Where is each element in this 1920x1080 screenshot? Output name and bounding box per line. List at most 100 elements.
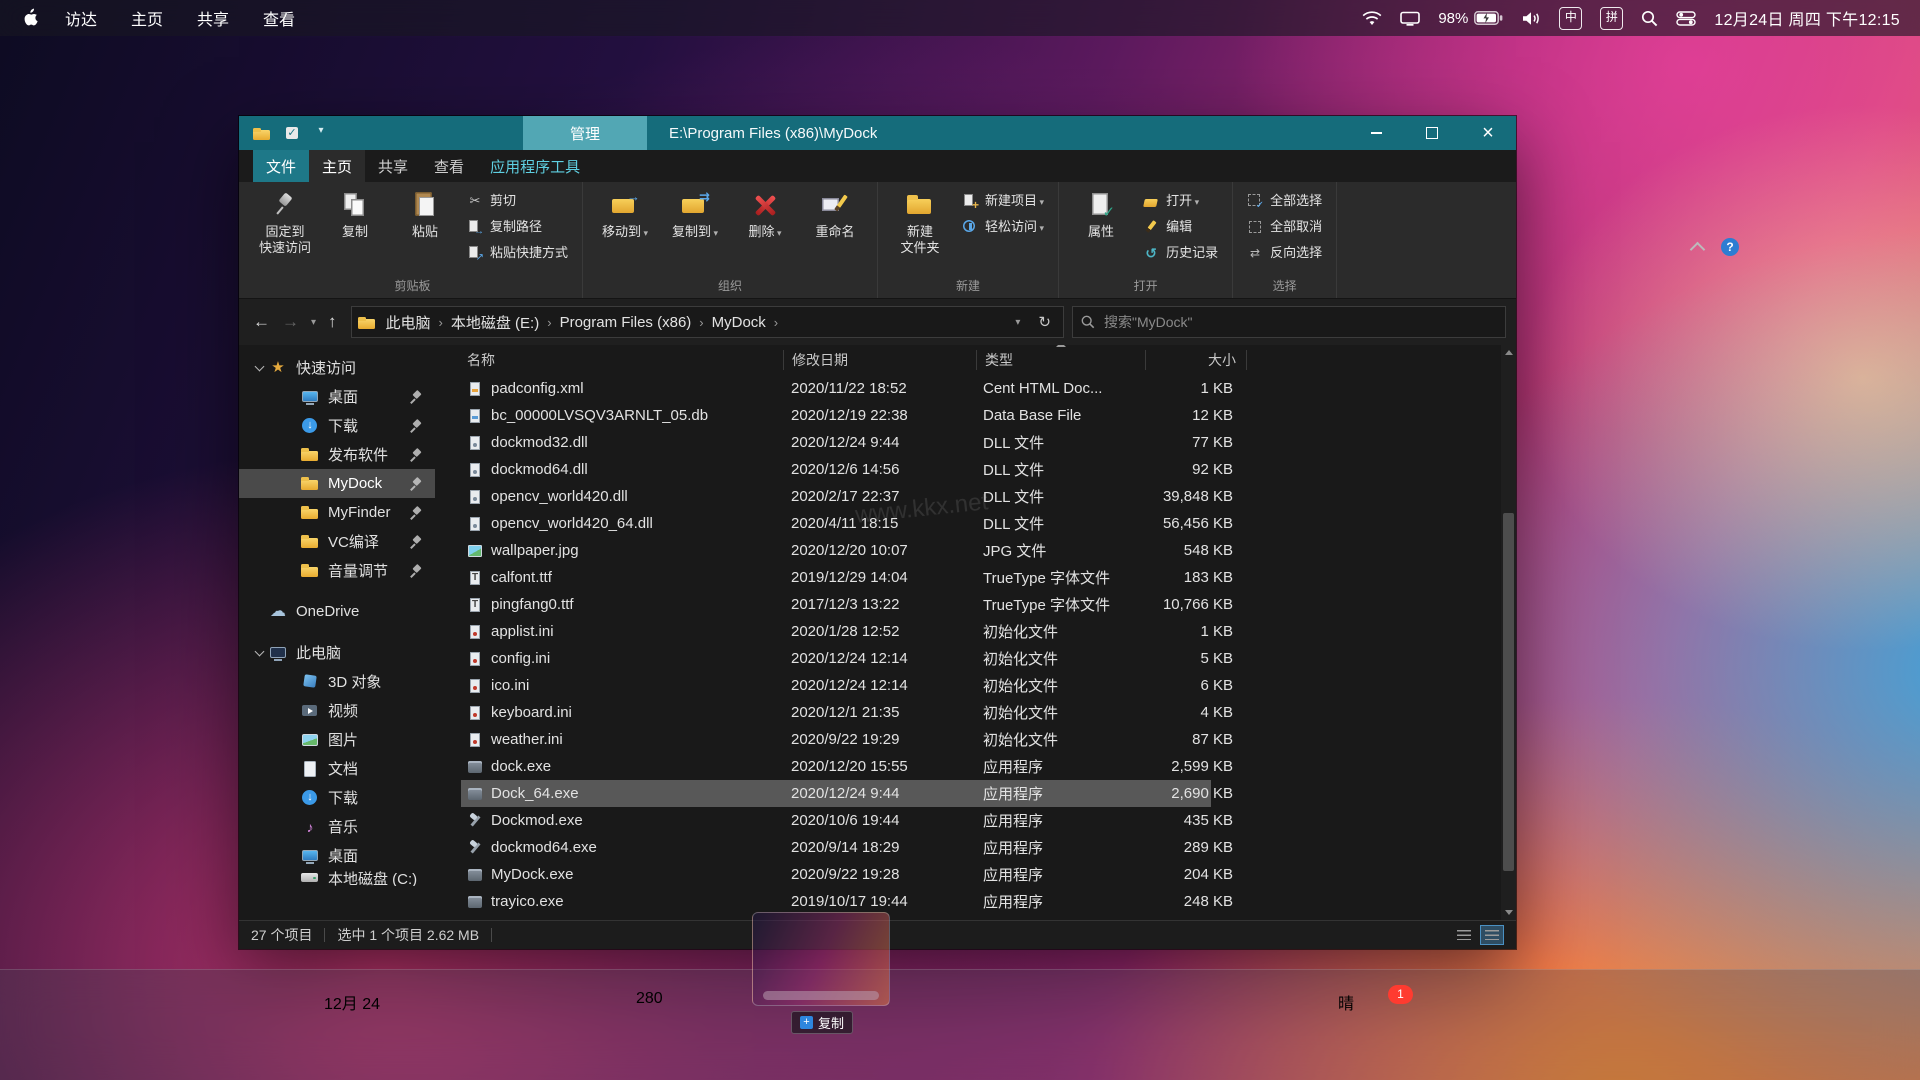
ribbon-button[interactable]: 新建 文件夹: [885, 184, 955, 258]
dock-item-windows[interactable]: [1416, 990, 1486, 1060]
ribbon-button[interactable]: 全部取消: [1240, 214, 1329, 240]
up-button[interactable]: ↑: [328, 312, 337, 332]
file-row-Dock_64.exe[interactable]: Dock_64.exe 2020/12/24 9:44 应用程序 2,690 K…: [461, 780, 1233, 807]
minimize-button[interactable]: [1348, 116, 1404, 150]
file-row-dock.exe[interactable]: dock.exe 2020/12/20 15:55 应用程序 2,599 KB: [461, 753, 1233, 780]
column-header-name[interactable]: 名称: [461, 350, 784, 370]
ribbon-button[interactable]: 编辑: [1136, 214, 1225, 240]
file-row-ico.ini[interactable]: ico.ini 2020/12/24 12:14 初始化文件 6 KB: [461, 672, 1233, 699]
display-mirroring-icon[interactable]: [1400, 11, 1421, 26]
dock-item-edge[interactable]: [90, 990, 160, 1060]
ime-badge-pinyin[interactable]: 拼: [1600, 6, 1624, 30]
ribbon-button[interactable]: 历史记录: [1136, 240, 1225, 266]
ribbon-button[interactable]: 反向选择: [1240, 240, 1329, 266]
ribbon-button[interactable]: 打开: [1136, 188, 1225, 214]
scrollbar-track[interactable]: [1501, 361, 1516, 904]
breadcrumb-box[interactable]: 此电脑 › 本地磁盘 (E:) › Program Files (x86) › MyDock…: [350, 306, 1064, 338]
ribbon-button[interactable]: 新建项目: [955, 188, 1051, 214]
ribbon-tab[interactable]: 查看: [421, 150, 477, 182]
sidebar-item-pictures[interactable]: 图片: [239, 725, 435, 754]
breadcrumb-item[interactable]: 本地磁盘 (E:): [447, 311, 543, 334]
dock-item-qq[interactable]: [1182, 990, 1252, 1060]
ribbon-tab[interactable]: 文件: [253, 150, 310, 182]
ime-badge-cn[interactable]: 中: [1559, 6, 1583, 30]
control-center-icon[interactable]: [1676, 10, 1697, 26]
file-row-pingfang0.ttf[interactable]: pingfang0.ttf 2017/12/3 13:22 TrueType 字…: [461, 591, 1233, 618]
ribbon-button[interactable]: 粘贴: [390, 184, 460, 258]
dock-item-start[interactable]: [12, 990, 82, 1060]
breadcrumb-item[interactable]: 此电脑: [382, 311, 435, 334]
dock-item-weather[interactable]: 晴 1: [1338, 985, 1413, 1060]
breadcrumb-item[interactable]: Program Files (x86): [556, 313, 696, 332]
maximize-button[interactable]: [1404, 116, 1460, 150]
ribbon-button[interactable]: 重命名: [800, 184, 870, 243]
sidebar-item-vc[interactable]: VC编译: [239, 527, 435, 556]
dock-item-calendar[interactable]: 12月 24: [324, 990, 394, 1060]
ribbon-button[interactable]: 复制: [320, 184, 390, 258]
ribbon-button[interactable]: 剪切: [460, 188, 575, 214]
file-row-padconfig.xml[interactable]: padconfig.xml 2020/11/22 18:52 Cent HTML…: [461, 375, 1233, 402]
sidebar-item-quick-access[interactable]: 快速访问: [239, 353, 435, 382]
menu-bar-clock[interactable]: 12月24日 周四 下午12:15: [1714, 6, 1900, 30]
search-box[interactable]: [1072, 306, 1506, 338]
file-row-opencv_world420.dll[interactable]: opencv_world420.dll 2020/2/17 22:37 DLL …: [461, 483, 1233, 510]
dock-item-colors[interactable]: [558, 990, 628, 1060]
refresh-icon[interactable]: ↻: [1032, 313, 1057, 331]
scroll-down-arrow-icon[interactable]: [1501, 904, 1516, 920]
sidebar-item-documents[interactable]: 文档: [239, 754, 435, 783]
search-input[interactable]: [1102, 313, 1497, 331]
ribbon-button[interactable]: 移动到: [590, 184, 660, 243]
sidebar-item-desktop[interactable]: 桌面: [239, 382, 435, 411]
wifi-icon[interactable]: [1362, 10, 1382, 26]
dock-item-photos[interactable]: [1026, 990, 1096, 1060]
file-row-dockmod32.dll[interactable]: dockmod32.dll 2020/12/24 9:44 DLL 文件 77 …: [461, 429, 1233, 456]
sidebar-item-videos[interactable]: 视频: [239, 696, 435, 725]
menu-item[interactable]: 主页: [131, 6, 163, 30]
file-row-trayico.exe[interactable]: trayico.exe 2019/10/17 19:44 应用程序 248 KB: [461, 888, 1233, 915]
ribbon-button[interactable]: 删除: [730, 184, 800, 243]
ribbon-button[interactable]: 固定到 快速访问: [250, 184, 320, 258]
ribbon-button[interactable]: 全部选择: [1240, 188, 1329, 214]
sidebar-item-desktop-2[interactable]: 桌面: [239, 841, 435, 870]
scrollbar-thumb[interactable]: [1503, 513, 1514, 872]
ribbon-button[interactable]: 属性: [1066, 184, 1136, 242]
scroll-up-arrow-icon[interactable]: [1501, 345, 1516, 361]
sidebar-item-downloads[interactable]: 下载: [239, 411, 435, 440]
ribbon-button[interactable]: 轻松访问: [955, 214, 1051, 240]
sidebar-item-release[interactable]: 发布软件: [239, 440, 435, 469]
title-bar[interactable]: ▾ 管理 E:\Program Files (x86)\MyDock ×: [239, 116, 1516, 150]
ribbon-tab[interactable]: 主页: [309, 150, 366, 182]
column-header-size[interactable]: 大小: [1146, 350, 1247, 370]
ribbon-button[interactable]: 粘贴快捷方式: [460, 240, 575, 266]
file-row-applist.ini[interactable]: applist.ini 2020/1/28 12:52 初始化文件 1 KB: [461, 618, 1233, 645]
column-header-date[interactable]: 修改日期: [784, 350, 977, 370]
file-row-bc_00000LVSQV3ARNLT_05.db[interactable]: bc_00000LVSQV3ARNLT_05.db 2020/12/19 22:…: [461, 402, 1233, 429]
breadcrumb-item[interactable]: MyDock: [708, 313, 770, 332]
sidebar-item-local-disk-c[interactable]: 本地磁盘 (C:): [239, 870, 435, 886]
qat-folder-icon[interactable]: [253, 125, 270, 141]
sidebar-item-music[interactable]: 音乐: [239, 812, 435, 841]
volume-icon[interactable]: [1521, 11, 1541, 26]
ribbon-button[interactable]: 复制到: [660, 184, 730, 243]
dock-item-contacts[interactable]: [168, 990, 238, 1060]
details-view-button[interactable]: [1480, 925, 1504, 945]
column-header-type[interactable]: 类型: [977, 345, 1146, 370]
file-row-wallpaper.jpg[interactable]: wallpaper.jpg 2020/12/20 10:07 JPG 文件 54…: [461, 537, 1233, 564]
forward-button[interactable]: →: [282, 312, 299, 332]
qat-customize-chevron-icon[interactable]: ▾: [315, 125, 327, 141]
expander-chevron-icon[interactable]: [253, 647, 267, 659]
address-dropdown-chevron[interactable]: ▾: [1009, 317, 1026, 328]
sidebar-item-myfinder[interactable]: MyFinder: [239, 498, 435, 527]
dock-item-settings[interactable]: [1104, 990, 1174, 1060]
file-row-keyboard.ini[interactable]: keyboard.ini 2020/12/1 21:35 初始化文件 4 KB: [461, 699, 1233, 726]
collapse-ribbon-icon[interactable]: [1689, 241, 1706, 257]
dock-item-clock[interactable]: [1260, 990, 1330, 1060]
battery-indicator[interactable]: 98%: [1438, 10, 1503, 27]
ribbon-tab[interactable]: 应用程序工具: [477, 150, 593, 182]
menu-item[interactable]: 共享: [197, 6, 229, 30]
close-button[interactable]: ×: [1460, 116, 1516, 150]
file-row-config.ini[interactable]: config.ini 2020/12/24 12:14 初始化文件 5 KB: [461, 645, 1233, 672]
dock-item-appstore[interactable]: [948, 990, 1018, 1060]
expander-chevron-icon[interactable]: [253, 362, 267, 374]
search-icon[interactable]: [1641, 10, 1658, 27]
